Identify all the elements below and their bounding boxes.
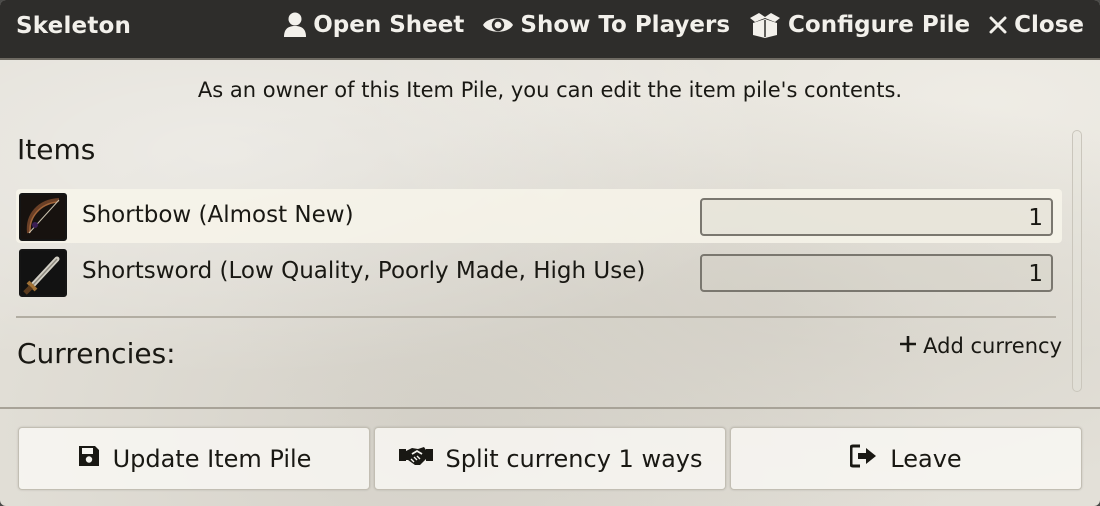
add-currency-label: Add currency: [923, 334, 1062, 358]
open-sheet-button[interactable]: Open Sheet: [283, 12, 464, 38]
open-sheet-label: Open Sheet: [313, 12, 465, 38]
close-icon: [988, 15, 1008, 35]
item-name[interactable]: Shortsword (Low Quality, Poorly Made, Hi…: [82, 258, 645, 284]
close-label: Close: [1014, 12, 1084, 38]
header-controls: Open Sheet Show To Players Configure Pil…: [283, 12, 1084, 38]
user-icon: [283, 12, 307, 38]
leave-button[interactable]: Leave: [730, 427, 1082, 490]
section-divider: [16, 316, 1056, 318]
items-heading: Items: [17, 133, 96, 166]
owner-notice: As an owner of this Item Pile, you can e…: [197, 78, 903, 102]
close-button[interactable]: Close: [988, 12, 1084, 38]
split-currency-button[interactable]: Split currency 1 ways: [374, 427, 726, 490]
show-to-players-button[interactable]: Show To Players: [482, 12, 730, 38]
configure-pile-button[interactable]: Configure Pile: [748, 12, 970, 38]
item-name[interactable]: Shortbow (Almost New): [82, 202, 354, 228]
scrollbar[interactable]: [1072, 130, 1082, 392]
shortbow-icon[interactable]: [19, 193, 67, 241]
item-row[interactable]: Shortsword (Low Quality, Poorly Made, Hi…: [16, 245, 1062, 299]
add-currency-button[interactable]: Add currency: [899, 334, 1062, 358]
item-row[interactable]: Shortbow (Almost New) 1: [16, 189, 1062, 243]
split-currency-label: Split currency 1 ways: [445, 444, 703, 473]
quantity-input[interactable]: 1: [700, 254, 1053, 292]
leave-label: Leave: [890, 444, 962, 473]
box-open-icon: [748, 12, 782, 38]
update-item-pile-button[interactable]: Update Item Pile: [18, 427, 370, 490]
update-item-pile-label: Update Item Pile: [112, 444, 312, 473]
window-title: Skeleton: [16, 13, 132, 39]
save-icon: [77, 444, 101, 474]
sign-out-icon: [849, 444, 878, 474]
show-to-players-label: Show To Players: [520, 12, 731, 38]
item-pile-window: Skeleton Open Sheet Show To Players Conf…: [0, 0, 1100, 506]
footer-divider: [0, 407, 1100, 409]
handshake-icon: [398, 444, 434, 474]
shortsword-icon[interactable]: [19, 249, 67, 297]
currencies-heading: Currencies:: [17, 337, 176, 370]
configure-pile-label: Configure Pile: [788, 12, 971, 38]
plus-icon: [899, 334, 917, 358]
eye-icon: [482, 13, 514, 37]
window-header[interactable]: Skeleton Open Sheet Show To Players Conf…: [0, 0, 1100, 60]
quantity-input[interactable]: 1: [700, 198, 1053, 236]
